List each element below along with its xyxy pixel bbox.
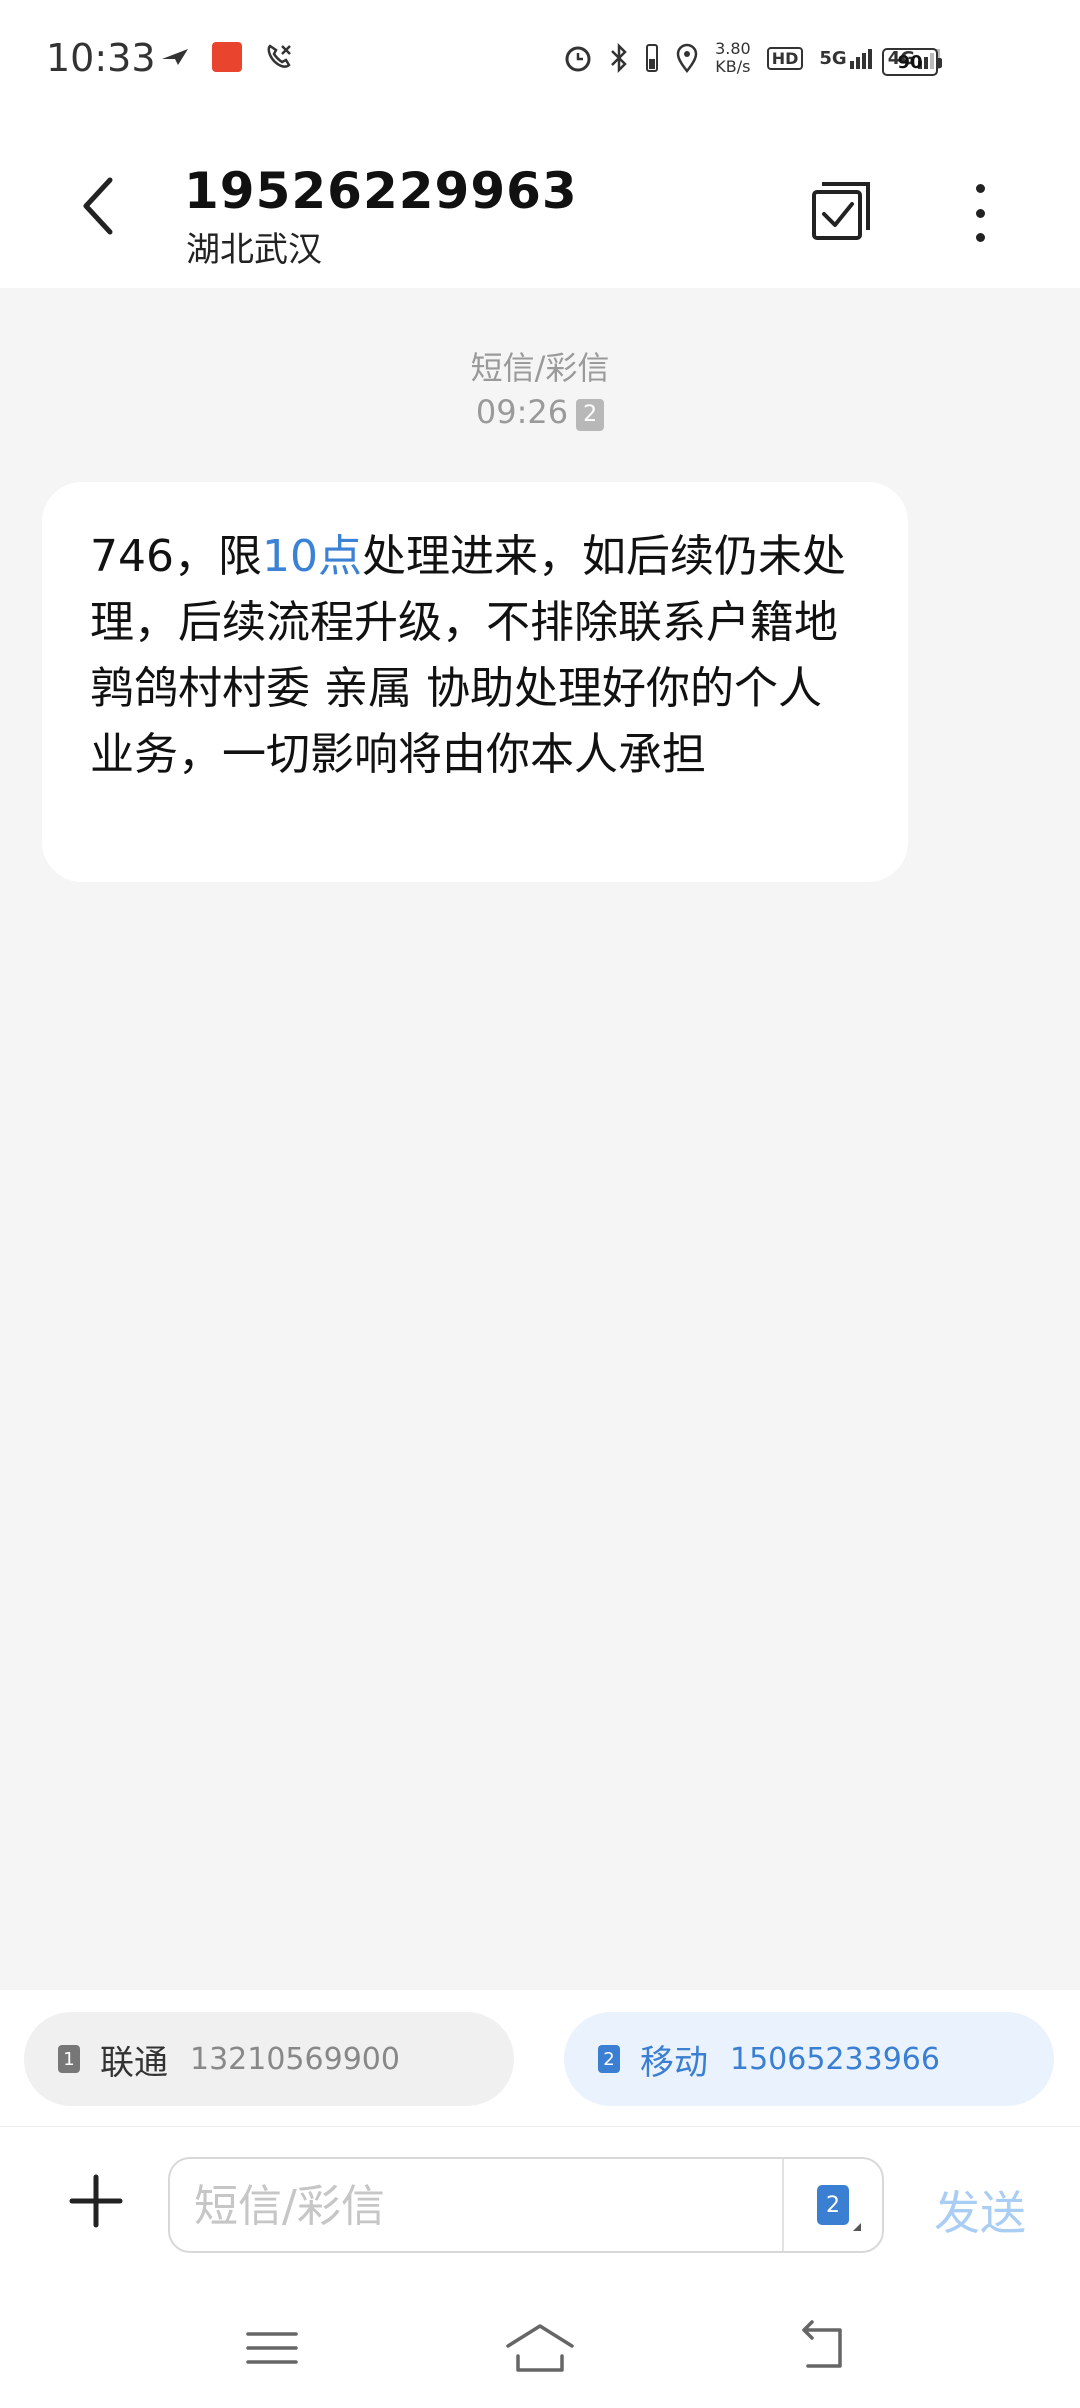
missed-call-icon: [267, 44, 291, 68]
message-type-label: 短信/彩信: [470, 349, 610, 387]
home-icon: [506, 2324, 574, 2372]
bluetooth-icon: [611, 42, 627, 74]
attach-button[interactable]: [66, 2171, 126, 2231]
more-options-button[interactable]: [960, 178, 1000, 248]
message-time-link[interactable]: 10点: [262, 531, 362, 582]
sim1-option[interactable]: 1 联通 13210569900: [24, 2012, 514, 2106]
sim2-number: 15065233966: [730, 2041, 940, 2077]
sim-card-icon: 2: [817, 2185, 861, 2231]
system-navigation-bar: [0, 2286, 1080, 2408]
message-text-part: 746，限: [90, 531, 262, 582]
sim-indicator-badge: 2: [576, 399, 605, 431]
menu-icon: [246, 2332, 298, 2364]
signal-5g: 5G: [819, 48, 872, 69]
sim2-carrier: 移动: [640, 2042, 708, 2083]
chevron-left-icon: [83, 177, 113, 235]
conversation-header: 19526229963 湖北武汉: [0, 122, 1080, 288]
send-button[interactable]: 发送: [934, 2177, 1026, 2243]
status-left-icons: [160, 42, 294, 72]
message-input-box: 2: [168, 2157, 884, 2253]
alarm-icon: [565, 46, 591, 72]
sim-switch-button[interactable]: 2: [782, 2159, 882, 2251]
received-message-bubble[interactable]: 746，限10点处理进来，如后续仍未处理，后续流程升级，不排除联系户籍地鹑鸽村村…: [42, 482, 908, 882]
app-notification-icon: [212, 42, 242, 72]
return-icon: [802, 2320, 842, 2368]
contact-location: 湖北武汉: [186, 230, 322, 270]
message-input[interactable]: [194, 2173, 734, 2239]
location-icon: [676, 43, 698, 73]
recent-apps-button[interactable]: [240, 2316, 304, 2380]
back-button[interactable]: [70, 170, 130, 242]
network-speed: 3.80 KB/s: [715, 39, 751, 76]
status-time: 10:33: [46, 36, 156, 80]
check-square-icon: [812, 182, 870, 240]
plus-icon: [69, 2174, 123, 2228]
contact-number: 19526229963: [184, 162, 578, 220]
message-composer: 2 发送: [0, 2126, 1080, 2286]
sim-selector: 1 联通 13210569900 2 移动 15065233966: [0, 1990, 1080, 2126]
multi-select-button[interactable]: [808, 176, 878, 246]
plane-notification-icon: [162, 49, 188, 65]
status-bar: 10:33 3.80 KB/s HD 5G 4G 90: [0, 0, 1080, 122]
vibrate-icon: [646, 44, 659, 72]
home-button[interactable]: [504, 2316, 574, 2380]
sim1-icon: 1: [58, 2045, 80, 2073]
hd-voice-badge: HD: [766, 46, 804, 70]
more-dot-icon: [975, 208, 985, 218]
signal-bars-icon: [849, 48, 872, 69]
system-back-button[interactable]: [788, 2316, 852, 2380]
sim1-number: 13210569900: [190, 2041, 400, 2077]
message-timestamp: 09:26 2: [0, 390, 1080, 434]
sim2-icon: 2: [598, 2045, 620, 2073]
message-meta: 短信/彩信 09:26 2: [0, 346, 1080, 434]
battery-indicator: 90: [882, 48, 942, 76]
message-time: 09:26: [475, 393, 569, 431]
sim1-carrier: 联通: [100, 2042, 168, 2083]
sim2-option[interactable]: 2 移动 15065233966: [564, 2012, 1054, 2106]
more-dot-icon: [975, 184, 985, 193]
more-dot-icon: [975, 233, 985, 242]
